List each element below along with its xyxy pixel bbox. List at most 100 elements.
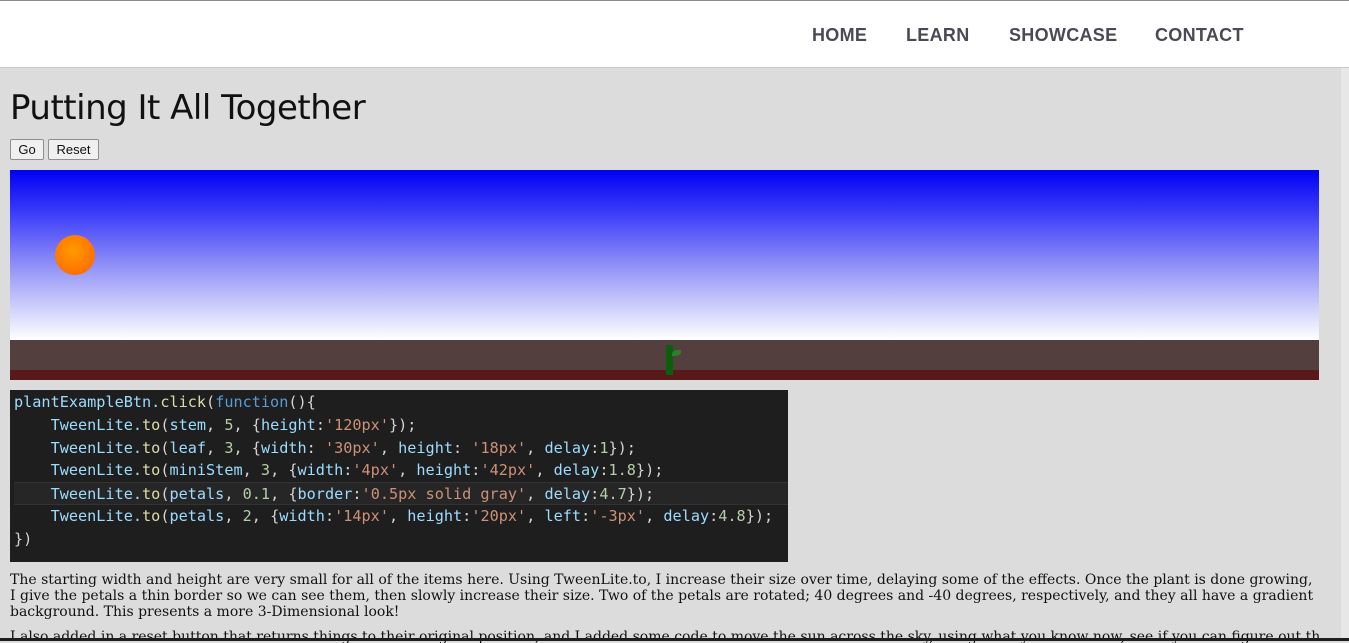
code-token: , bbox=[224, 485, 243, 504]
code-token: '18px' bbox=[471, 438, 527, 457]
code-line: TweenLite.to(leaf, 3, {width: '30px', he… bbox=[14, 437, 788, 460]
top-navigation-bar: HOME LEARN SHOWCASE CONTACT bbox=[0, 0, 1349, 68]
code-token: , bbox=[206, 438, 225, 457]
code-token: stem bbox=[169, 415, 207, 434]
code-token: width bbox=[279, 506, 325, 525]
code-token: }); bbox=[388, 415, 417, 434]
code-token: TweenLite. bbox=[14, 506, 143, 525]
page-scrollbar[interactable] bbox=[1341, 68, 1349, 641]
code-token: '42px' bbox=[480, 461, 536, 480]
code-token: : bbox=[590, 485, 600, 504]
code-token: : bbox=[462, 506, 472, 525]
code-token: }); bbox=[635, 461, 664, 480]
code-token: }); bbox=[608, 438, 636, 457]
code-token: TweenLite. bbox=[14, 485, 143, 504]
code-token: '30px' bbox=[324, 438, 380, 457]
code-token: 4.8 bbox=[718, 506, 746, 525]
code-token: 5 bbox=[224, 415, 234, 434]
code-token: '4px' bbox=[352, 461, 399, 480]
ground bbox=[10, 340, 1319, 370]
plant-stem bbox=[666, 345, 673, 375]
code-token: , bbox=[535, 461, 554, 480]
nav-learn-link[interactable]: LEARN bbox=[906, 25, 970, 47]
code-token: 2 bbox=[242, 506, 252, 525]
code-token: }) bbox=[14, 529, 33, 548]
code-token: '0.5px solid gray' bbox=[361, 485, 527, 504]
code-token: height bbox=[407, 506, 463, 525]
code-token: , bbox=[398, 461, 417, 480]
code-token: , bbox=[379, 438, 399, 457]
code-token: petals bbox=[169, 506, 225, 525]
code-token: , { bbox=[270, 485, 298, 504]
plant-animation-scene bbox=[10, 170, 1319, 380]
code-token: , bbox=[526, 485, 545, 504]
code-token: delay bbox=[544, 438, 591, 457]
code-line: TweenLite.to(petals, 0.1, {border:'0.5px… bbox=[14, 482, 788, 505]
page-title: Putting It All Together bbox=[10, 88, 366, 128]
code-token: : bbox=[324, 506, 335, 525]
code-token: , bbox=[526, 506, 545, 525]
code-token: '120px' bbox=[324, 415, 389, 434]
code-token: leaf bbox=[169, 438, 207, 457]
go-button[interactable]: Go bbox=[10, 139, 44, 160]
code-token: width bbox=[297, 461, 344, 480]
code-token: plantExampleBtn. bbox=[14, 393, 161, 411]
code-token: TweenLite. bbox=[14, 461, 143, 480]
code-token: , { bbox=[251, 506, 280, 525]
code-token: , bbox=[526, 438, 545, 457]
code-token: to bbox=[142, 461, 161, 480]
code-token: : bbox=[590, 438, 600, 457]
code-token: }); bbox=[745, 506, 774, 525]
code-token: 3 bbox=[224, 438, 234, 457]
code-token: TweenLite. bbox=[14, 438, 143, 457]
code-token: to bbox=[142, 485, 161, 504]
code-token: height bbox=[416, 461, 472, 480]
code-token: : bbox=[581, 506, 591, 525]
code-token: 4.7 bbox=[599, 485, 627, 504]
code-token: miniStem bbox=[169, 461, 243, 480]
code-line: }) bbox=[14, 528, 788, 551]
code-token: function bbox=[215, 393, 289, 411]
code-token: to bbox=[142, 415, 161, 434]
nav-showcase-link[interactable]: SHOWCASE bbox=[1009, 25, 1117, 47]
code-token: : bbox=[352, 485, 362, 504]
code-token: to bbox=[142, 438, 161, 457]
code-line: TweenLite.to(petals, 2, {width:'14px', h… bbox=[14, 505, 788, 528]
description-paragraph: The starting width and height are very s… bbox=[10, 572, 1314, 620]
code-token: delay bbox=[544, 485, 591, 504]
code-token: width bbox=[260, 438, 307, 457]
code-token: '14px' bbox=[334, 506, 389, 525]
code-token: , bbox=[224, 506, 243, 525]
code-token: 3 bbox=[260, 461, 271, 480]
code-line: TweenLite.to(stem, 5, {height:'120px'}); bbox=[14, 414, 788, 437]
sky bbox=[10, 170, 1319, 340]
code-token: petals bbox=[169, 485, 225, 504]
code-token: 1.8 bbox=[608, 461, 636, 480]
reset-button[interactable]: Reset bbox=[48, 139, 99, 160]
code-token: left bbox=[544, 506, 582, 525]
code-token: }); bbox=[626, 485, 655, 504]
code-block: plantExampleBtn.click(function(){ TweenL… bbox=[10, 390, 788, 562]
code-token: 1 bbox=[599, 438, 609, 457]
nav-home-link[interactable]: HOME bbox=[812, 25, 867, 47]
code-token: , bbox=[388, 506, 408, 525]
code-token: height bbox=[260, 415, 316, 434]
code-token: (){ bbox=[288, 393, 316, 411]
code-token: , { bbox=[270, 461, 298, 480]
code-token: : bbox=[453, 438, 472, 457]
code-token: '20px' bbox=[471, 506, 527, 525]
code-token: to bbox=[142, 506, 161, 525]
code-token: TweenLite. bbox=[14, 415, 143, 434]
code-token: height bbox=[398, 438, 453, 457]
code-line: plantExampleBtn.click(function(){ bbox=[14, 391, 788, 414]
code-token: , bbox=[242, 461, 261, 480]
code-token: click bbox=[160, 393, 207, 411]
code-token: ( bbox=[206, 393, 216, 411]
code-token: : bbox=[306, 438, 325, 457]
sun bbox=[55, 235, 95, 275]
nav-contact-link[interactable]: CONTACT bbox=[1155, 25, 1244, 47]
code-line: TweenLite.to(miniStem, 3, {width:'4px', … bbox=[14, 459, 788, 482]
code-token: '-3px' bbox=[590, 506, 646, 525]
code-token: delay bbox=[553, 461, 600, 480]
ground-edge bbox=[10, 370, 1319, 380]
